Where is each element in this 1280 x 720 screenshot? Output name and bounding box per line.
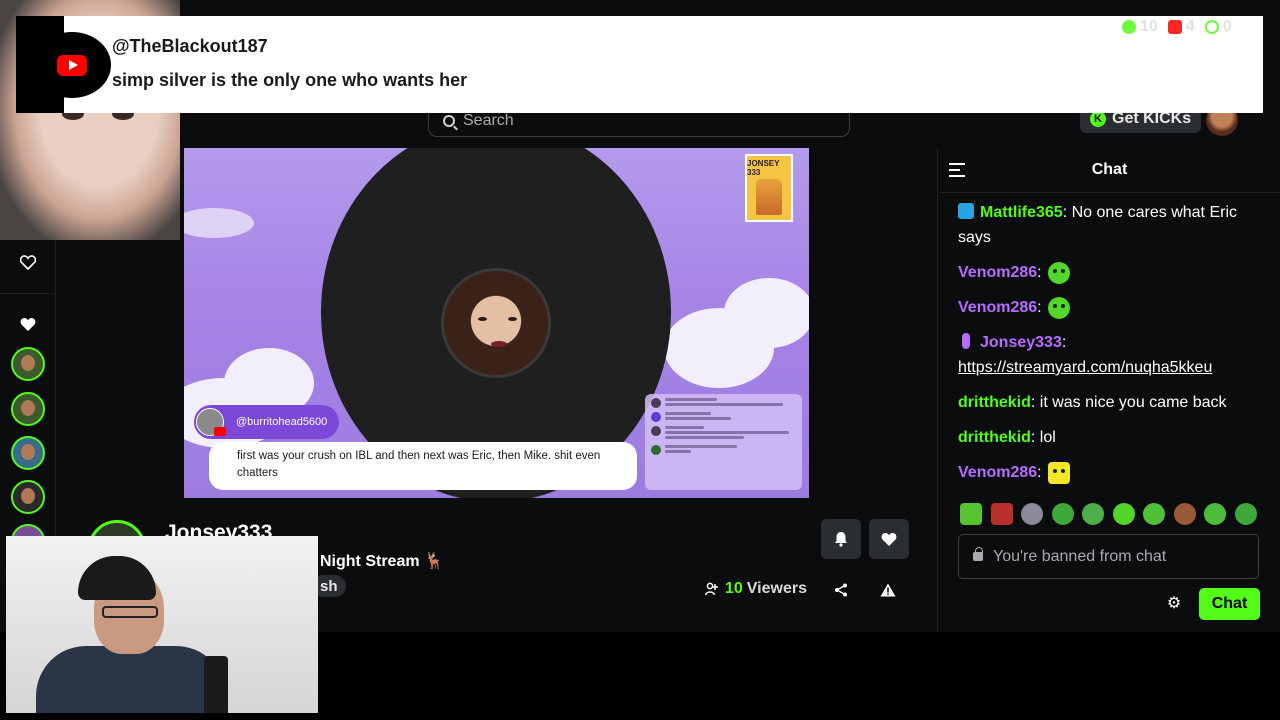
chat-message: Venom286: bbox=[958, 460, 1258, 485]
youtube-viewers-count: 4 bbox=[1185, 18, 1195, 35]
chat-username[interactable]: dritthekid bbox=[958, 394, 1031, 411]
chat-message: Mattlife365: No one cares what Eric says bbox=[958, 203, 1237, 246]
youtube-icon bbox=[214, 427, 226, 436]
link-icon bbox=[1204, 20, 1219, 34]
cloud bbox=[184, 208, 254, 238]
chat-username[interactable]: Venom286 bbox=[958, 264, 1037, 281]
chat-text: it was nice you came back bbox=[1039, 394, 1227, 411]
stream-stats-overlay: 10 4 0 bbox=[1122, 12, 1270, 42]
search-icon bbox=[443, 114, 455, 127]
chat-message: Venom286: bbox=[958, 260, 1258, 285]
chat-username[interactable]: dritthekid bbox=[958, 429, 1031, 446]
chat-link[interactable]: https://streamyard.com/nuqha5kkeu bbox=[958, 359, 1212, 376]
chat-username[interactable]: Jonsey333 bbox=[980, 334, 1062, 351]
emote-icon[interactable] bbox=[1051, 503, 1074, 525]
verified-badge-icon bbox=[958, 203, 974, 219]
notification-button[interactable] bbox=[821, 519, 861, 559]
sidebar bbox=[0, 240, 56, 558]
viewer-count-number: 10 bbox=[725, 580, 743, 597]
chat-panel: Chat Mattlife365: No one cares what Eric… bbox=[937, 148, 1280, 632]
emote-icon bbox=[1048, 461, 1071, 484]
streamer-portrait bbox=[441, 268, 551, 378]
alert-username: @TheBlackout187 bbox=[112, 36, 268, 56]
youtube-icon bbox=[1167, 20, 1182, 34]
cloud bbox=[724, 278, 809, 348]
webcam-chair bbox=[204, 656, 228, 713]
kick-viewers-count: 10 bbox=[1140, 18, 1158, 35]
sidebar-channel-avatar[interactable] bbox=[11, 436, 45, 470]
lock-icon bbox=[973, 547, 983, 561]
emote-icon[interactable] bbox=[990, 503, 1013, 525]
giraffe-icon bbox=[756, 179, 782, 215]
emote-icon[interactable] bbox=[1082, 503, 1104, 525]
youtube-chat-alert: @TheBlackout187 simp silver is the only … bbox=[16, 16, 1263, 113]
chat-message: Venom286: bbox=[958, 295, 1258, 320]
emote-icon[interactable] bbox=[1143, 503, 1165, 525]
emote-icon[interactable] bbox=[1234, 503, 1257, 525]
emote-icon bbox=[1048, 261, 1071, 284]
kick-icon bbox=[1122, 20, 1136, 34]
emote-icon[interactable] bbox=[1173, 503, 1196, 525]
video-player[interactable]: JONSEY 333 @burritohead5600 first was yo… bbox=[184, 148, 809, 498]
overlay-comment-text: first was your crush on IBL and then nex… bbox=[209, 442, 637, 490]
chat-message: dritthekid: it was nice you came back bbox=[958, 394, 1227, 411]
chat-message: dritthekid: lol bbox=[958, 429, 1056, 446]
overlay-mini-chat bbox=[645, 394, 802, 490]
chat-input[interactable]: You're banned from chat bbox=[958, 534, 1259, 579]
webcam-overlay-bottom bbox=[6, 536, 318, 713]
chat-username[interactable]: Venom286 bbox=[958, 464, 1037, 481]
collapse-chat-icon[interactable] bbox=[949, 163, 967, 177]
overlay-comment-author-name: @burritohead5600 bbox=[236, 416, 328, 428]
emote-icon[interactable] bbox=[960, 503, 982, 525]
screen: Search K Get KICKs JONSEY 333 @burritohe… bbox=[0, 0, 1280, 720]
share-icon[interactable] bbox=[831, 580, 851, 600]
emote-icon[interactable] bbox=[1112, 503, 1135, 525]
viewer-count: 10 Viewers bbox=[705, 580, 807, 598]
webcam-person bbox=[36, 646, 226, 713]
emote-icon bbox=[1048, 296, 1071, 319]
emote-icon[interactable] bbox=[1204, 503, 1226, 525]
sidebar-channel-avatar[interactable] bbox=[11, 392, 45, 426]
stream-title: Night Stream 🦌 bbox=[320, 553, 444, 570]
chat-header: Chat bbox=[938, 148, 1280, 193]
alert-message: simp silver is the only one who wants he… bbox=[112, 70, 468, 90]
heart-icon[interactable] bbox=[18, 314, 38, 334]
sidebar-channel-avatar[interactable] bbox=[11, 347, 45, 381]
channel-logo: JONSEY 333 bbox=[745, 154, 793, 222]
sidebar-channel-avatar[interactable] bbox=[11, 480, 45, 514]
youtube-viewers-stat: 4 bbox=[1167, 18, 1195, 36]
emote-icon[interactable] bbox=[1021, 503, 1043, 525]
kick-logo-icon: K bbox=[1090, 111, 1106, 127]
youtube-icon bbox=[57, 54, 87, 76]
chat-username[interactable]: Venom286 bbox=[958, 299, 1037, 316]
channel-logo-text: JONSEY 333 bbox=[747, 159, 780, 177]
chat-message: Jonsey333: https://streamyard.com/nuqha5… bbox=[958, 333, 1213, 376]
chat-input-placeholder: You're banned from chat bbox=[993, 547, 1167, 565]
gear-icon[interactable]: ⚙ bbox=[1165, 594, 1183, 612]
search-placeholder: Search bbox=[463, 111, 514, 129]
send-chat-button[interactable]: Chat bbox=[1199, 588, 1260, 620]
chat-text: lol bbox=[1039, 429, 1056, 446]
viewer-count-label: Viewers bbox=[746, 580, 807, 597]
bell-icon bbox=[835, 532, 847, 547]
viewers-icon bbox=[705, 582, 718, 596]
chat-title: Chat bbox=[1091, 161, 1128, 178]
sidebar-divider bbox=[0, 293, 56, 294]
warning-icon[interactable] bbox=[878, 580, 898, 600]
other-viewers-count: 0 bbox=[1222, 18, 1232, 35]
other-viewers-stat: 0 bbox=[1204, 18, 1232, 36]
webcam-person bbox=[102, 606, 158, 618]
heart-outline-icon[interactable] bbox=[18, 252, 38, 272]
broadcaster-badge-icon bbox=[962, 333, 970, 349]
youtube-logo-circle bbox=[33, 32, 111, 98]
emote-bar bbox=[960, 503, 1265, 525]
follow-button[interactable] bbox=[869, 519, 909, 559]
heart-icon bbox=[881, 532, 897, 546]
webcam-person bbox=[78, 556, 156, 600]
kick-viewers-stat: 10 bbox=[1122, 18, 1158, 36]
chat-username[interactable]: Mattlife365 bbox=[980, 204, 1063, 221]
